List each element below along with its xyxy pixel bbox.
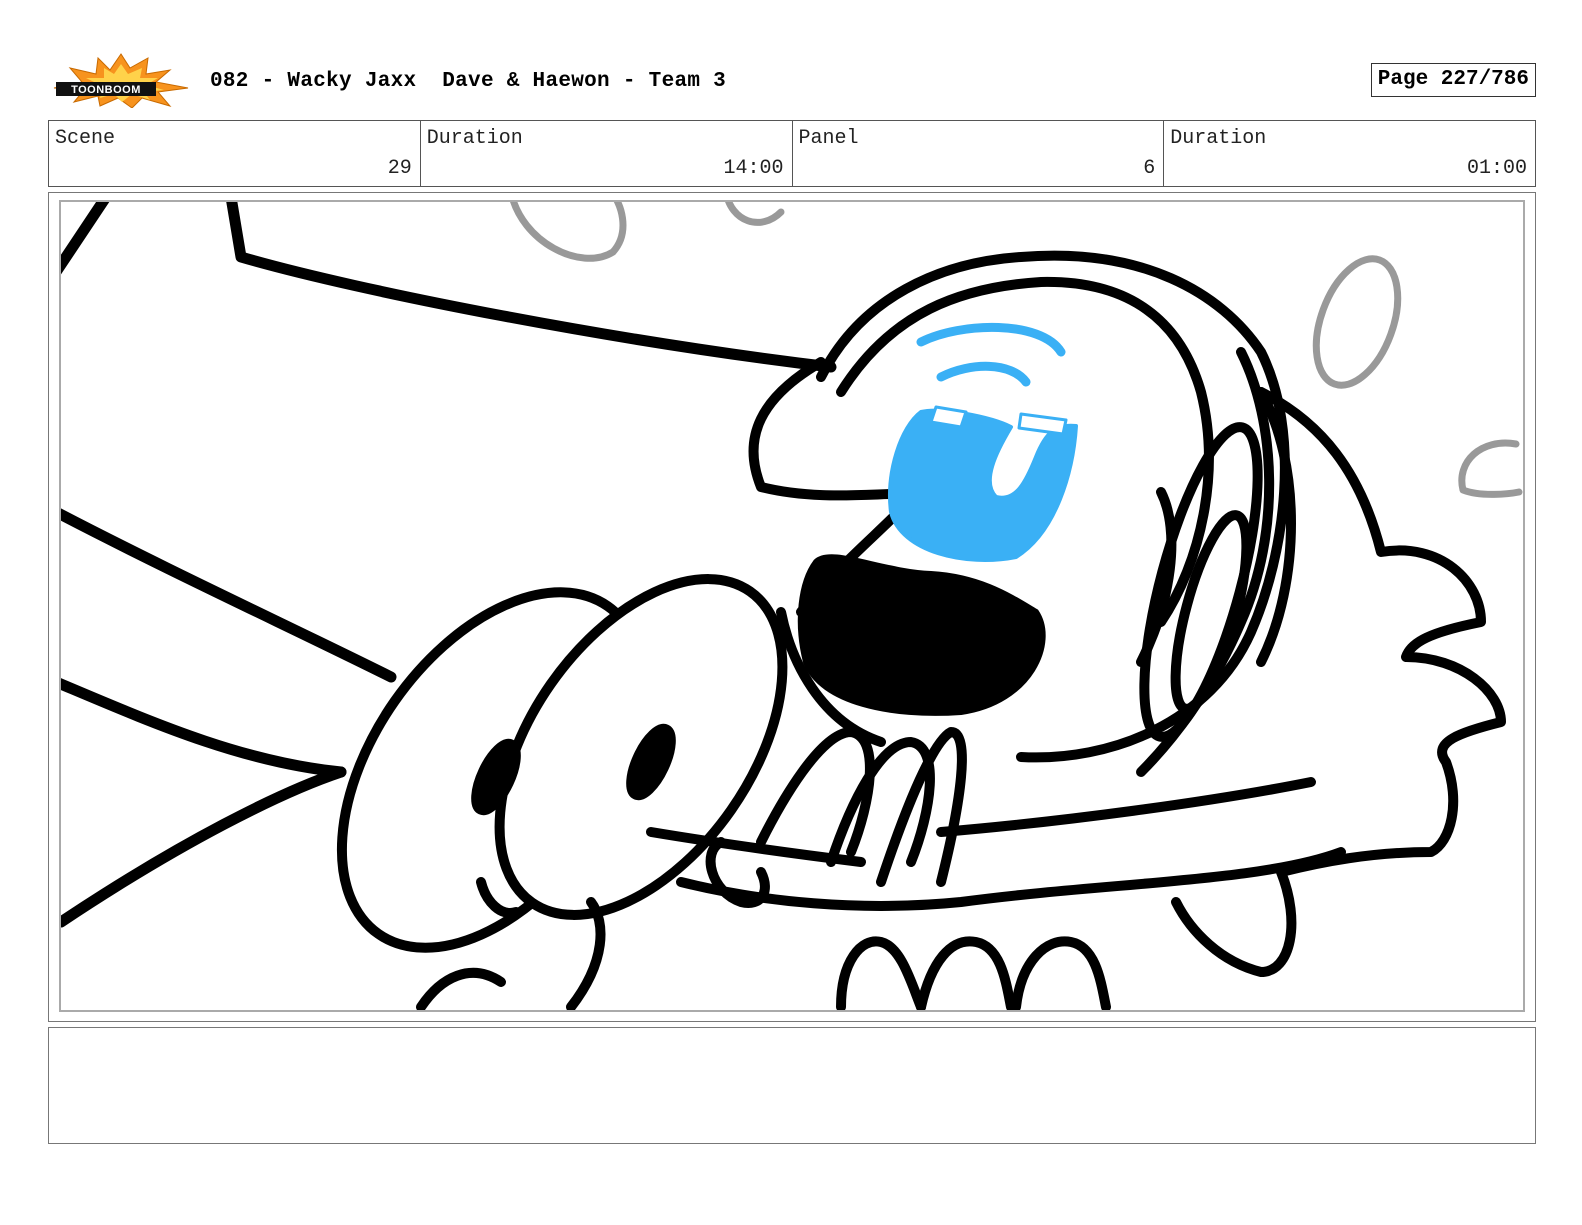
document-title: 082 - Wacky Jaxx Dave & Haewon - Team 3 — [210, 70, 727, 93]
page-header: TOONBOOM 082 - Wacky Jaxx Dave & Haewon … — [48, 50, 1536, 112]
scene-duration-label: Duration — [426, 127, 523, 150]
panel-duration-cell: Duration 01:00 — [1163, 121, 1535, 186]
toonboom-logo: TOONBOOM — [52, 52, 190, 109]
discs — [336, 574, 788, 1010]
scene-label: Scene — [55, 127, 116, 150]
scene-cell: Scene 29 — [49, 121, 420, 186]
panel-info-table: Scene 29 Duration 14:00 Panel 6 Duration… — [48, 120, 1536, 187]
panel-label: Panel — [798, 127, 859, 150]
panel-notes-box — [48, 1027, 1536, 1144]
panel-duration-value: 01:00 — [1466, 157, 1527, 180]
mouth — [797, 554, 1046, 716]
page-indicator: Page 227/786 — [1370, 63, 1536, 97]
panel-value: 6 — [1143, 157, 1156, 180]
panel-duration-label: Duration — [1170, 127, 1267, 150]
visor — [888, 322, 1078, 562]
panel-cell: Panel 6 — [791, 121, 1164, 186]
storyboard-panel-frame — [48, 192, 1536, 1022]
scene-duration-value: 14:00 — [723, 157, 784, 180]
storyboard-drawing — [59, 200, 1525, 1012]
scene-duration-cell: Duration 14:00 — [419, 121, 792, 186]
scene-value: 29 — [387, 157, 412, 180]
logo-text: TOONBOOM — [71, 84, 141, 96]
